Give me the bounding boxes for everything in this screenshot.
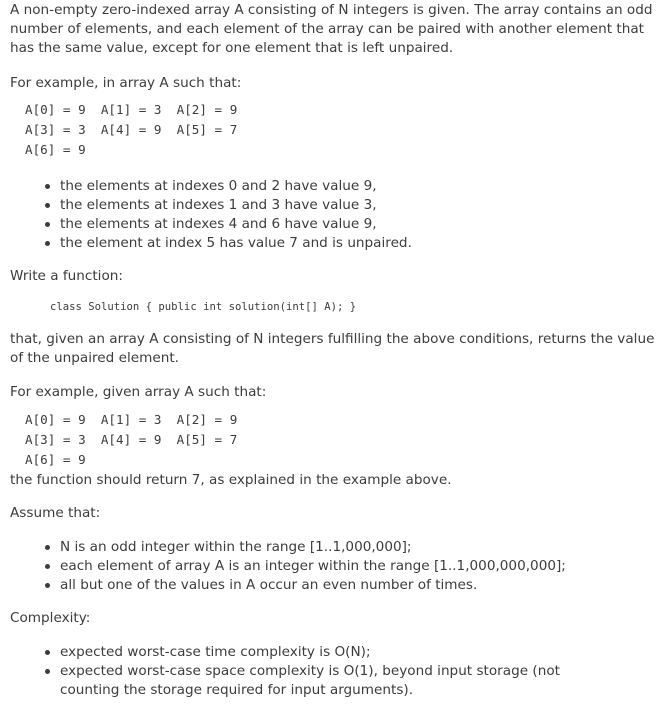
example-intro: For example, in array A such that: (10, 74, 242, 91)
write-function-label: Write a function: (10, 267, 123, 284)
code-line: A[0] = 9 A[1] = 3 A[2] = 9 (25, 411, 238, 427)
list-item: expected worst-case time complexity is O… (10, 643, 666, 662)
intro-paragraph: A non-empty zero-indexed array A consist… (10, 2, 653, 57)
problem-statement: A non-empty zero-indexed array A consist… (10, 1, 666, 700)
code-line: A[0] = 9 A[1] = 3 A[2] = 9 (25, 101, 238, 117)
example2-array-code: A[0] = 9 A[1] = 3 A[2] = 9 A[3] = 3 A[4]… (25, 410, 666, 470)
list-item: the element at index 5 has value 7 and i… (10, 234, 666, 253)
return-paragraph: the function should return 7, as explain… (10, 471, 452, 488)
assumptions-list: N is an odd integer within the range [1.… (10, 538, 666, 595)
list-item: the elements at indexes 1 and 3 have val… (10, 196, 666, 215)
function-signature: class Solution { public int solution(int… (50, 301, 357, 314)
example-array-code: A[0] = 9 A[1] = 3 A[2] = 9 A[3] = 3 A[4]… (25, 100, 666, 160)
code-line: A[3] = 3 A[4] = 9 A[5] = 7 (25, 431, 238, 447)
assume-label: Assume that: (10, 504, 101, 521)
task-paragraph: that, given an array A consisting of N i… (10, 331, 655, 367)
list-item: expected worst-case space complexity is … (10, 662, 600, 700)
code-line: A[6] = 9 (25, 141, 86, 157)
complexity-label: Complexity: (10, 610, 91, 627)
example2-intro: For example, given array A such that: (10, 384, 267, 401)
list-item: the elements at indexes 4 and 6 have val… (10, 215, 666, 234)
list-item: N is an odd integer within the range [1.… (10, 538, 666, 557)
list-item: all but one of the values in A occur an … (10, 576, 666, 595)
code-line: A[3] = 3 A[4] = 9 A[5] = 7 (25, 121, 238, 137)
code-line: A[6] = 9 (25, 451, 86, 467)
list-item: the elements at indexes 0 and 2 have val… (10, 177, 666, 196)
element-pairs-list: the elements at indexes 0 and 2 have val… (10, 177, 666, 253)
list-item: each element of array A is an integer wi… (10, 557, 666, 576)
complexity-list: expected worst-case time complexity is O… (10, 643, 666, 700)
